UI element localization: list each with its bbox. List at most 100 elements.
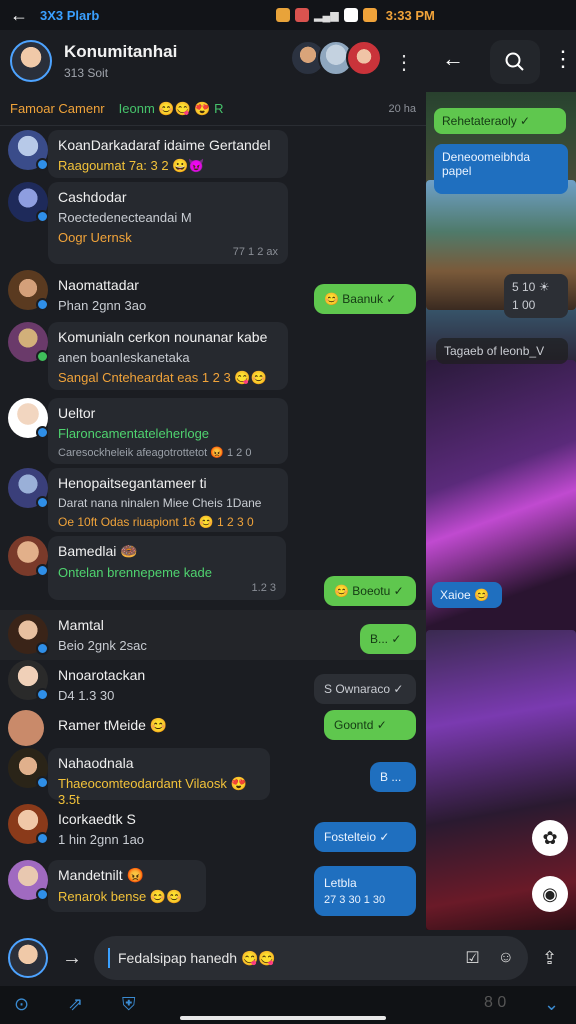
signal-icon: ▂▄▆ bbox=[314, 9, 339, 22]
message-bubble[interactable]: Ueltor Flaroncamentateleherloge Caresock… bbox=[48, 398, 288, 464]
sender-name: Nnoarotackan bbox=[58, 667, 146, 683]
chevron-down-icon[interactable]: ⌄ bbox=[544, 994, 559, 1015]
message-text: Thaeocomteodardant Vilaosk 😍 3.5t bbox=[58, 776, 247, 807]
message-text: 5 10 ☀ bbox=[512, 280, 550, 294]
outgoing-message[interactable]: 😊 Baanuk ✓ bbox=[314, 284, 416, 314]
attach-icon[interactable]: ⇪ bbox=[542, 948, 557, 969]
message-text: Darat nana ninalen Miee Cheis 1Dane bbox=[58, 496, 262, 510]
media-panel: ← ⋮ Rehetateraoly ✓ Deneoomeibhda papel … bbox=[426, 30, 576, 930]
compass-icon[interactable]: ⊙ bbox=[14, 994, 29, 1015]
message-bubble[interactable]: KoanDarkadaraf idaime Gertandel Raagouma… bbox=[48, 130, 288, 178]
media-message[interactable]: Xaioe 😊 bbox=[432, 582, 502, 608]
more-icon[interactable]: ⋮ bbox=[394, 50, 414, 75]
message-bubble[interactable]: Komunialn cerkon nounanar kabe anen boan… bbox=[48, 322, 288, 390]
message-text: Letbla bbox=[324, 876, 357, 890]
notification-icon bbox=[276, 8, 290, 22]
sender-name: Komunialn cerkon nounanar kabe bbox=[58, 329, 268, 345]
message-bubble[interactable]: Henopaitsegantameer ti Darat nana ninale… bbox=[48, 468, 288, 532]
message-text: anen boanIeskanetaka bbox=[58, 350, 190, 365]
message-text: 1 hin 2gnn 1ao bbox=[58, 832, 145, 847]
more-icon[interactable]: ⋮ bbox=[552, 46, 574, 72]
sticker-icon[interactable]: ✿ bbox=[532, 820, 568, 856]
outgoing-message[interactable]: B... ✓ bbox=[360, 624, 416, 654]
message-time: 1 00 bbox=[512, 298, 536, 312]
message-bubble[interactable]: Mandetnilt 😡 Renarok bense 😊😊 bbox=[48, 860, 206, 912]
message-text: Phan 2gnn 3ao bbox=[58, 298, 147, 313]
outgoing-message[interactable]: S Ownaraco ✓ bbox=[314, 674, 416, 704]
text-cursor bbox=[108, 948, 110, 968]
message-time: 77 1 2 ax bbox=[232, 246, 278, 258]
carrier-label: 3X3 Plarb bbox=[40, 7, 100, 23]
media-message[interactable]: 5 10 ☀ 1 00 bbox=[504, 274, 568, 318]
sender-name: Mamtal bbox=[58, 617, 104, 633]
sender-name: Cashdodar bbox=[58, 189, 127, 205]
banner-title: Famoar Camenr bbox=[10, 101, 105, 116]
message-text: Renarok bense 😊😊 bbox=[58, 889, 183, 904]
shield-icon[interactable]: ⛨ bbox=[122, 994, 136, 1015]
message-input[interactable]: Fedalsipap hanedh 😋😋 ☑ ☺ bbox=[94, 936, 528, 980]
message-bubble[interactable]: Naomattadar Phan 2gnn 3ao bbox=[48, 270, 238, 316]
pinned-banner[interactable]: Famoar Camenr Ieonm 😊😋 😍 R 20 ha bbox=[0, 92, 426, 126]
bottom-nav: ⊙ ⇗ ⛨ 8 0 ⌄ bbox=[0, 986, 576, 1024]
banner-time: 20 ha bbox=[388, 102, 416, 115]
checkbox-icon[interactable]: ☑ bbox=[465, 948, 479, 968]
chat-list-panel: Konumitanhai 313 Soit ⋮ Famoar Camenr Ie… bbox=[0, 30, 426, 930]
sender-name: Naomattadar bbox=[58, 277, 139, 293]
media-toolbar: ← ⋮ bbox=[426, 30, 576, 92]
message-composer: → Fedalsipap hanedh 😋😋 ☑ ☺ ⇪ bbox=[0, 930, 576, 986]
notification-icon bbox=[362, 8, 377, 22]
sender-name: Henopaitsegantameer ti bbox=[58, 475, 207, 491]
message-text: Roectedenecteandai M bbox=[58, 210, 192, 225]
nav-label: 8 0 bbox=[484, 994, 507, 1011]
message-text: Flaroncamentateleherloge bbox=[58, 426, 210, 441]
sender-name: KoanDarkadaraf idaime Gertandel bbox=[58, 137, 271, 153]
message-bubble[interactable]: Cashdodar Roectedenecteandai M Oogr Uern… bbox=[48, 182, 288, 264]
chat-avatar[interactable] bbox=[10, 40, 52, 82]
outgoing-message[interactable]: Goontd ✓ bbox=[324, 710, 416, 740]
message-bubble[interactable]: Ramer tMeide 😊 bbox=[48, 710, 248, 746]
home-indicator[interactable] bbox=[180, 1016, 386, 1020]
message-text: Ontelan brennepeme kade bbox=[58, 565, 212, 580]
chat-subtitle: 313 Soit bbox=[64, 66, 109, 80]
sender-name: Bamedlai 🍩 bbox=[58, 543, 138, 559]
my-avatar[interactable] bbox=[8, 938, 48, 978]
share-icon[interactable]: ⇗ bbox=[68, 994, 83, 1015]
message-bubble: Mamtal Beio 2gnk 2sac bbox=[48, 610, 248, 656]
media-message[interactable]: Rehetateraoly ✓ bbox=[434, 108, 566, 134]
outgoing-message[interactable]: 😊 Boeotu ✓ bbox=[324, 576, 416, 606]
message-bubble[interactable]: Nnoarotackan D4 1.3 30 bbox=[48, 660, 248, 706]
banner-text: Ieonm 😊😋 😍 R bbox=[118, 100, 224, 116]
message-text: Sangal Cnteheardat eas 1 2 3 😋😊 bbox=[58, 370, 267, 385]
sender-name: Ramer tMeide 😊 bbox=[58, 717, 168, 733]
sender-name: Mandetnilt 😡 bbox=[58, 867, 144, 883]
back-icon[interactable]: ← bbox=[10, 5, 28, 26]
media-message[interactable]: Deneoomeibhda papel bbox=[434, 144, 568, 194]
search-icon[interactable] bbox=[490, 40, 540, 84]
message-bubble[interactable]: Icorkaedtk S 1 hin 2gnn 1ao bbox=[48, 804, 248, 854]
outgoing-message[interactable]: B ... bbox=[370, 762, 416, 792]
message-bubble[interactable]: Nahaodnala Thaeocomteodardant Vilaosk 😍 … bbox=[48, 748, 270, 807]
chat-header: Konumitanhai 313 Soit ⋮ bbox=[0, 30, 426, 92]
sender-name: Nahaodnala bbox=[58, 755, 134, 771]
member-avatars[interactable] bbox=[290, 40, 382, 76]
outgoing-message[interactable]: Letbla 27 3 30 1 30 bbox=[314, 866, 416, 916]
message-bubble[interactable]: Bamedlai 🍩 Ontelan brennepeme kade 1.2 3 bbox=[48, 536, 286, 600]
media-message[interactable]: Tagaeb of leonb_V bbox=[436, 338, 568, 364]
forward-icon[interactable]: → bbox=[62, 947, 82, 970]
outgoing-message[interactable]: Fostelteio ✓ bbox=[314, 822, 416, 852]
chat-title[interactable]: Konumitanhai bbox=[64, 42, 177, 62]
message-time: 1.2 3 bbox=[251, 582, 276, 594]
avatar bbox=[8, 710, 44, 746]
status-bar: ← 3X3 Plarb ▂▄▆ 3:33 PM ⇅ ▮▮▮ ≋ bbox=[0, 0, 576, 930]
sender-name: Ueltor bbox=[58, 405, 96, 421]
message-time: 27 3 30 1 30 bbox=[324, 894, 386, 906]
notification-icons: ▂▄▆ 3:33 PM bbox=[276, 8, 435, 23]
message-input-value: Fedalsipap hanedh 😋😋 bbox=[118, 949, 276, 966]
notification-icon bbox=[295, 8, 309, 22]
message-text: Oe 10ft Odas riuapiont 16 😊 1 2 3 0 bbox=[58, 515, 254, 529]
clock: 3:33 PM bbox=[385, 7, 435, 23]
notification-icon bbox=[343, 8, 358, 22]
camera-icon[interactable]: ◉ bbox=[532, 876, 568, 912]
back-icon[interactable]: ← bbox=[442, 46, 464, 72]
emoji-icon[interactable]: ☺ bbox=[498, 949, 514, 967]
